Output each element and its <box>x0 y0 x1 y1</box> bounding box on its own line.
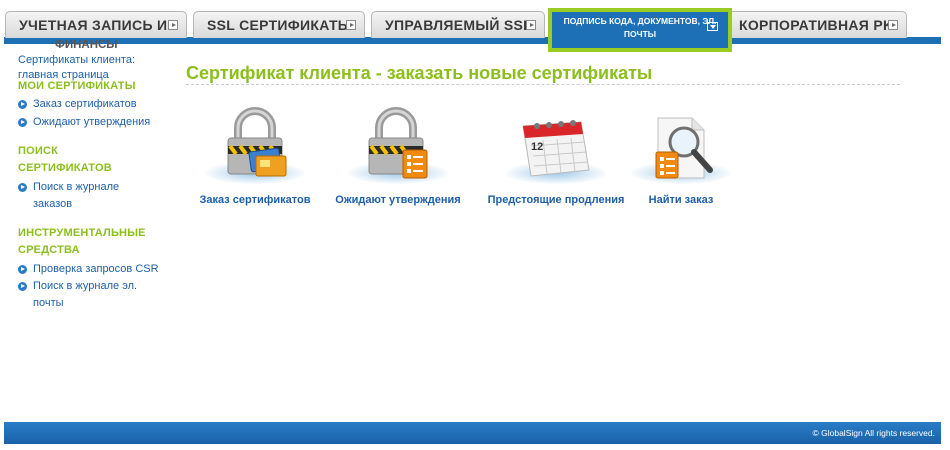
page-title: Сертификат клиента - заказать новые серт… <box>186 63 653 83</box>
tab-enterprise-pki[interactable]: КОРПОРАТИВНАЯ PKI <box>726 11 907 38</box>
action-label: Ожидают утверждения <box>335 194 461 206</box>
sidebar-item-label: Поиск в журнале эл. <box>33 280 138 292</box>
tab-label: УПРАВЛЯЕМЫЙ SSL <box>385 17 533 33</box>
arrow-bullet-icon <box>18 282 27 291</box>
heading-line: МОИ СЕРТИФИКАТЫ <box>18 80 136 92</box>
tab-ssl-certificates[interactable]: SSL СЕРТИФИКАТЫ <box>193 11 365 38</box>
sidebar-heading-search-certificates: ПОИСК СЕРТИФИКАТОВ <box>18 143 112 177</box>
action-label: Заказ сертификатов <box>199 194 311 206</box>
chevron-right-icon <box>346 20 356 30</box>
heading-line: СЕРТИФИКАТОВ <box>18 162 112 174</box>
action-label: Найти заказ <box>648 194 714 206</box>
tab-label: УЧЕТНАЯ ЗАПИСЬ И <box>19 17 168 33</box>
footer: © GlobalSign All rights reserved. <box>4 422 941 444</box>
tab-managed-ssl[interactable]: УПРАВЛЯЕМЫЙ SSL <box>371 11 545 38</box>
sidebar-item-order-certificates[interactable]: Заказ сертификатов <box>18 96 168 113</box>
copyright-text: © GlobalSign All rights reserved. <box>812 428 936 438</box>
tab-code-document-email-signing[interactable]: ПОДПИСЬ КОДА, ДОКУМЕНТОВ, ЭЛ. ПОЧТЫ <box>548 8 732 52</box>
action-find-order[interactable]: Найти заказ <box>606 100 756 206</box>
sidebar-item-label: Заказ сертификатов <box>33 98 137 110</box>
tab-label-line2: ПОЧТЫ <box>623 29 657 39</box>
top-navigation: УЧЕТНАЯ ЗАПИСЬ И SSL СЕРТИФИКАТЫ УПРАВЛЯ… <box>0 0 950 52</box>
padlock-with-cards-icon <box>200 100 310 188</box>
padlock-with-checklist-icon <box>343 100 453 188</box>
heading-line: ИНСТРУМЕНТАЛЬНЫЕ <box>18 227 146 239</box>
sidebar-home-line1: Сертификаты клиента: <box>18 54 136 66</box>
sidebar-item-search-email-log[interactable]: Поиск в журнале эл. почты <box>18 278 168 312</box>
sidebar-item-label: почты <box>33 297 64 309</box>
action-pending-approval[interactable]: Ожидают утверждения <box>323 100 473 206</box>
calendar-day-number: 12 <box>531 141 543 153</box>
sidebar-item-label: Ожидают утверждения <box>33 116 151 128</box>
tab-account-finance[interactable]: УЧЕТНАЯ ЗАПИСЬ И <box>5 11 187 38</box>
sidebar-item-pending-approval[interactable]: Ожидают утверждения <box>18 114 168 131</box>
sidebar-item-label: Проверка запросов CSR <box>33 263 159 275</box>
arrow-bullet-icon <box>18 100 27 109</box>
magnifier-document-icon <box>626 100 736 188</box>
sidebar-heading-tools: ИНСТРУМЕНТАЛЬНЫЕ СРЕДСТВА <box>18 225 146 259</box>
heading-line: СРЕДСТВА <box>18 244 80 256</box>
arrow-bullet-icon <box>18 265 27 274</box>
sidebar-heading-my-certificates: МОИ СЕРТИФИКАТЫ <box>18 78 136 95</box>
title-divider <box>186 84 900 85</box>
sidebar-cut-text: ФИНАНСЫ <box>55 40 118 49</box>
sidebar-item-label: Поиск в журнале <box>33 181 120 193</box>
chevron-right-icon <box>888 20 898 30</box>
calendar-icon: 12 <box>501 100 611 188</box>
sidebar-item-search-orders[interactable]: Поиск в журнале заказов <box>18 179 168 213</box>
tab-label: SSL СЕРТИФИКАТЫ <box>207 17 352 33</box>
chevron-down-icon[interactable] <box>707 22 718 31</box>
sidebar-item-label: заказов <box>33 198 73 210</box>
tabbar-rule <box>4 37 941 44</box>
heading-line: ПОИСК <box>18 145 59 157</box>
sidebar-item-csr-check[interactable]: Проверка запросов CSR <box>18 261 168 278</box>
chevron-right-icon <box>168 20 178 30</box>
arrow-bullet-icon <box>18 118 27 127</box>
tab-label: КОРПОРАТИВНАЯ PKI <box>739 17 898 33</box>
tab-label-line1: ПОДПИСЬ КОДА, ДОКУМЕНТОВ, ЭЛ. <box>563 16 717 26</box>
action-order-certificates[interactable]: Заказ сертификатов <box>180 100 330 206</box>
chevron-right-icon <box>526 20 536 30</box>
arrow-bullet-icon <box>18 183 27 192</box>
